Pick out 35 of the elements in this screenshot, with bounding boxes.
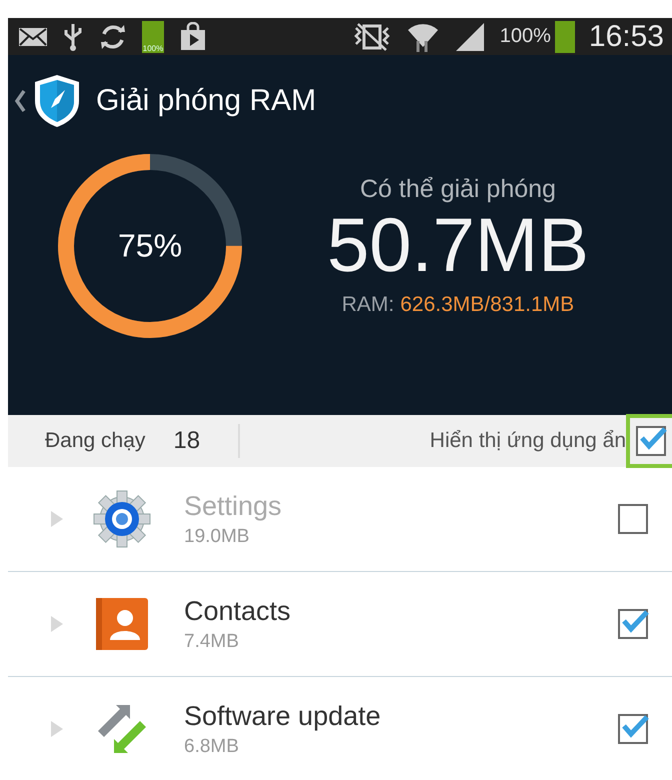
ram-label: RAM: <box>342 293 394 318</box>
shield-icon <box>32 73 82 129</box>
app-name: Contacts <box>184 596 292 626</box>
app-name: Software update <box>184 700 382 732</box>
app-checkbox[interactable] <box>618 609 648 639</box>
app-checkbox[interactable] <box>618 714 648 744</box>
gear-icon <box>92 489 152 549</box>
app-size: 19.0MB <box>184 526 250 548</box>
app-size: 7.4MB <box>184 630 240 652</box>
show-hidden-apps-label: Hiển thị ứng dụng ẩn <box>430 429 626 453</box>
ram-usage: 626.3MB/831.1MB <box>400 293 574 318</box>
shopping-bag-icon <box>178 22 208 52</box>
freeable-caption: Có thể giải phóng <box>360 174 556 204</box>
check-icon <box>620 713 650 739</box>
show-hidden-checkbox[interactable] <box>636 426 666 456</box>
gauge-percent: 75% <box>118 228 182 264</box>
app-name: Settings <box>184 490 283 522</box>
app-size: 6.8MB <box>184 736 240 758</box>
vibrate-mute-icon <box>352 22 392 52</box>
battery-percent: 100% <box>500 25 551 48</box>
usb-icon <box>62 22 84 52</box>
battery-level-text: 100% <box>142 44 164 52</box>
running-count: 18 <box>173 427 200 455</box>
clock-time: 16:53 <box>588 20 664 54</box>
battery-icon <box>554 20 575 52</box>
check-icon <box>620 608 650 634</box>
back-button[interactable] <box>14 89 26 113</box>
signal-icon <box>454 20 486 52</box>
freeable-amount: 50.7MB <box>327 204 589 288</box>
contact-card-icon <box>94 596 150 652</box>
mail-icon <box>18 26 48 48</box>
back-chevron-icon <box>14 89 26 113</box>
check-icon <box>638 425 668 451</box>
screen-title: Giải phóng RAM <box>96 84 316 118</box>
running-label: Đang chạy <box>45 429 146 453</box>
